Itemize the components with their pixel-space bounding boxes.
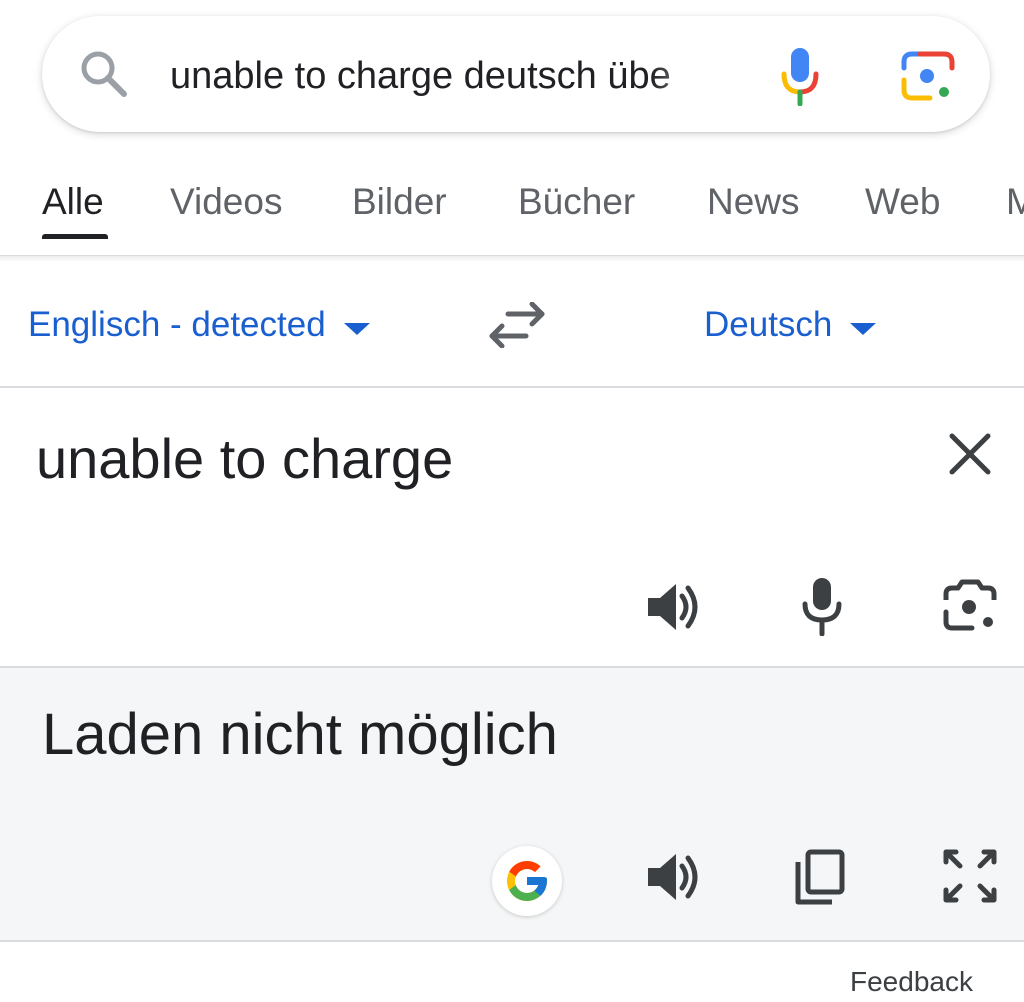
source-language-button[interactable]: Englisch - detected	[28, 300, 370, 350]
camera-icon[interactable]	[942, 578, 998, 632]
tab-news[interactable]: News	[707, 180, 800, 224]
chevron-down-icon	[343, 322, 370, 335]
search-tabs: Alle Videos Bilder Bücher News Web M	[0, 160, 1024, 256]
close-icon[interactable]	[946, 430, 994, 478]
tab-alle[interactable]: Alle	[42, 180, 104, 224]
feedback-link[interactable]: Feedback	[850, 962, 973, 1002]
target-language-label: Deutsch	[704, 305, 833, 344]
fullscreen-icon[interactable]	[942, 848, 998, 904]
translation-panel: Laden nicht möglich	[0, 668, 1024, 942]
tab-web[interactable]: Web	[865, 180, 940, 224]
search-icon[interactable]	[78, 48, 130, 100]
mic-icon[interactable]	[800, 576, 844, 636]
tab-more[interactable]: M	[1006, 180, 1024, 224]
google-logo-icon	[507, 861, 547, 901]
mic-icon[interactable]	[776, 46, 824, 106]
language-selector-row: Englisch - detected Deutsch	[0, 262, 1024, 388]
source-text-input[interactable]: unable to charge	[36, 426, 453, 492]
active-tab-indicator	[42, 234, 108, 239]
source-language-label: Englisch - detected	[28, 305, 326, 344]
google-button[interactable]	[492, 846, 562, 916]
lens-icon[interactable]	[900, 48, 956, 104]
tab-videos[interactable]: Videos	[170, 180, 282, 224]
search-bar[interactable]: unable to charge deutsch übe	[42, 16, 990, 132]
target-language-button[interactable]: Deutsch	[704, 300, 877, 350]
tab-bilder[interactable]: Bilder	[352, 180, 447, 224]
copy-icon[interactable]	[794, 848, 846, 906]
chevron-down-icon	[850, 322, 877, 335]
swap-arrows-icon[interactable]	[488, 302, 546, 348]
translation-output: Laden nicht möglich	[42, 702, 558, 767]
source-text-panel[interactable]: unable to charge	[0, 388, 1024, 668]
speaker-icon[interactable]	[644, 850, 702, 904]
search-input[interactable]: unable to charge deutsch übe	[170, 46, 736, 106]
speaker-icon[interactable]	[644, 580, 702, 634]
tab-buecher[interactable]: Bücher	[518, 180, 635, 224]
